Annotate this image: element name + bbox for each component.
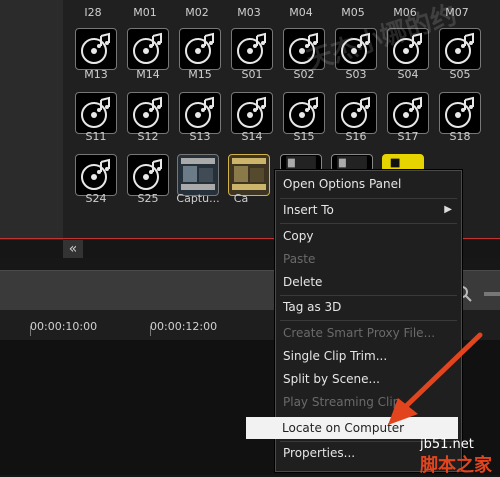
audio-clip-tile[interactable]	[231, 28, 273, 70]
audio-clip-tile[interactable]	[387, 28, 429, 70]
audio-clip-tile[interactable]	[231, 92, 273, 134]
tile-label: S11	[85, 130, 107, 143]
tile-label: S03	[345, 68, 367, 81]
audio-clip-tile[interactable]	[179, 92, 221, 134]
site-name-cn: 脚本之家	[420, 455, 492, 476]
tile-label: M05	[341, 6, 365, 19]
tile-label: S02	[293, 68, 315, 81]
menu-item-copy[interactable]: Copy	[277, 225, 458, 247]
audio-clip-tile[interactable]	[127, 154, 169, 196]
video-thumbnail-icon	[181, 158, 215, 190]
tile-label: M15	[188, 68, 212, 81]
zoom-slider[interactable]	[484, 292, 500, 296]
site-branding: jb51.net 脚本之家	[420, 437, 500, 476]
audio-clip-tile[interactable]	[127, 92, 169, 134]
audio-disc-icon	[185, 32, 214, 64]
audio-disc-icon	[445, 32, 474, 64]
audio-clip-tile[interactable]	[75, 154, 117, 196]
audio-clip-tile[interactable]	[179, 28, 221, 70]
audio-disc-icon	[289, 32, 318, 64]
tile-label: M07	[445, 6, 469, 19]
tile-label: S12	[137, 130, 159, 143]
menu-item-label: Insert To	[283, 203, 334, 217]
tile-label: M06	[393, 6, 417, 19]
tile-label: S15	[293, 130, 315, 143]
tile-label: S04	[397, 68, 419, 81]
audio-disc-icon	[133, 96, 162, 128]
audio-disc-icon	[133, 158, 162, 190]
audio-clip-tile[interactable]	[283, 92, 325, 134]
film-strip-icon	[286, 156, 316, 170]
tile-label: M01	[133, 6, 157, 19]
audio-disc-icon	[81, 96, 110, 128]
audio-clip-tile[interactable]	[335, 92, 377, 134]
collapse-panel-button[interactable]: «	[63, 240, 83, 258]
video-clip-thumbnail-selected[interactable]	[228, 154, 270, 196]
site-domain: jb51.net	[420, 437, 474, 452]
tile-label: S16	[345, 130, 367, 143]
tile-label: S05	[449, 68, 471, 81]
film-strip-icon	[337, 156, 367, 170]
audio-clip-tile[interactable]	[439, 28, 481, 70]
tile-label: S01	[241, 68, 263, 81]
menu-separator	[280, 320, 457, 321]
double-chevron-left-icon: «	[68, 241, 78, 257]
tile-label: Ca	[233, 192, 249, 205]
audio-clip-tile[interactable]	[75, 92, 117, 134]
video-clip-thumbnail[interactable]	[177, 154, 219, 196]
audio-disc-icon	[133, 32, 162, 64]
audio-clip-tile[interactable]	[75, 28, 117, 70]
audio-clip-tile[interactable]	[335, 28, 377, 70]
tile-label: S24	[85, 192, 107, 205]
tile-label: S13	[189, 130, 211, 143]
audio-clip-tile[interactable]	[439, 92, 481, 134]
editor-window: I28 M01 M02 M03 M04 M05 M06 M07 M13 M14 …	[0, 0, 500, 476]
audio-disc-icon	[237, 96, 266, 128]
audio-disc-icon	[81, 32, 110, 64]
video-thumbnail-icon	[232, 158, 266, 190]
audio-disc-icon	[185, 96, 214, 128]
tile-label: I28	[84, 6, 102, 19]
audio-clip-tile[interactable]	[387, 92, 429, 134]
tile-label: S18	[449, 130, 471, 143]
audio-clip-tile[interactable]	[127, 28, 169, 70]
audio-disc-icon	[393, 96, 422, 128]
menu-item-open-options-panel[interactable]: Open Options Panel	[277, 173, 458, 195]
tile-label: S17	[397, 130, 419, 143]
audio-disc-icon	[237, 32, 266, 64]
audio-disc-icon	[445, 96, 474, 128]
tile-label: M04	[289, 6, 313, 19]
tile-label: Captu...	[176, 192, 220, 205]
annotation-arrow	[388, 332, 483, 425]
menu-item-insert-to[interactable]: Insert To ▶	[277, 199, 458, 221]
tile-label: M13	[84, 68, 108, 81]
timecode-label: 00:00:10:00	[30, 320, 98, 333]
audio-clip-tile[interactable]	[283, 28, 325, 70]
menu-item-paste: Paste	[283, 252, 316, 266]
menu-separator	[280, 223, 457, 224]
menu-item-delete[interactable]: Delete	[277, 271, 458, 293]
audio-disc-icon	[393, 32, 422, 64]
timecode-label: 00:00:12:00	[150, 320, 218, 333]
submenu-arrow-icon: ▶	[444, 204, 452, 215]
tile-label: S14	[241, 130, 263, 143]
audio-disc-icon	[341, 96, 370, 128]
audio-disc-icon	[289, 96, 318, 128]
library-top-labels: I28 M01 M02 M03 M04 M05 M06 M07	[63, 0, 500, 20]
audio-disc-icon	[81, 158, 110, 190]
audio-disc-icon	[341, 32, 370, 64]
film-strip-icon	[388, 156, 403, 170]
tile-label: M03	[237, 6, 261, 19]
tile-label: M14	[136, 68, 160, 81]
tile-label: S25	[137, 192, 159, 205]
left-rail	[0, 0, 64, 240]
tile-label: M02	[185, 6, 209, 19]
menu-item-tag-as-3d[interactable]: Tag as 3D	[277, 296, 458, 318]
